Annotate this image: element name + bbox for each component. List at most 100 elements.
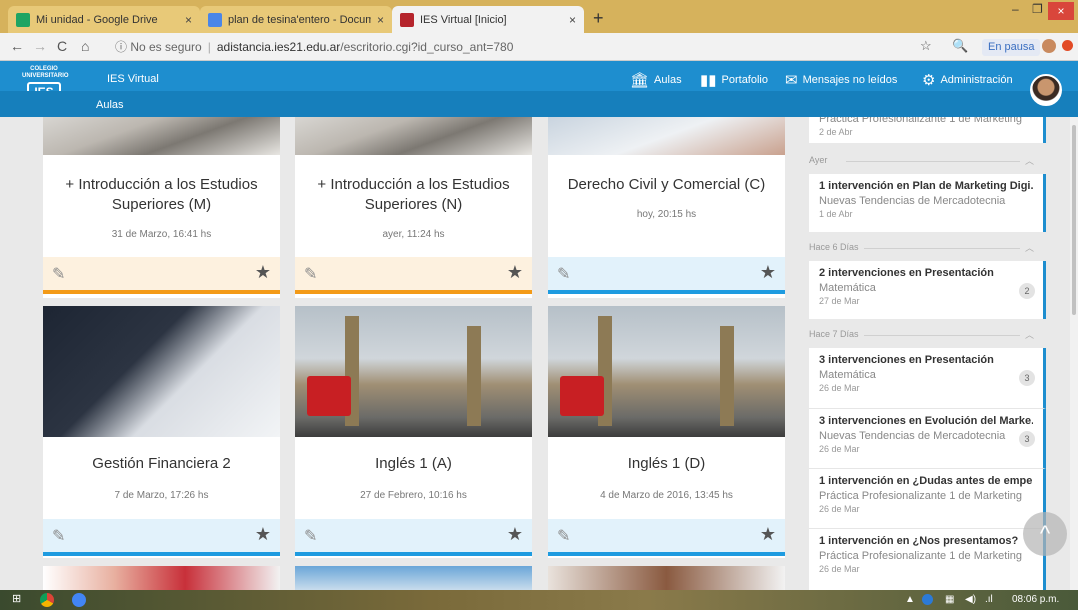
course-card[interactable]: Derecho Civil y Comercial (C) hoy, 20:15… [548,117,785,298]
url-host: adistancia.ies21.edu.ar [216,40,341,54]
avatar[interactable] [1030,74,1062,106]
chrome-taskbar-icon[interactable] [40,593,54,607]
bookmark-star-icon[interactable]: ☆ [920,38,932,54]
activity-date: 2 de Abr [819,127,853,137]
minimize-button[interactable]: – [1012,2,1019,16]
course-card[interactable] [548,566,785,590]
star-icon[interactable]: ★ [760,524,776,545]
network-icon[interactable]: ▦ [945,594,954,605]
forward-button[interactable]: → [33,38,47,54]
course-card[interactable] [43,566,280,590]
course-title[interactable]: Inglés 1 (D) [556,454,777,474]
security-indicator[interactable]: ⓘ No es seguro [115,40,202,54]
course-card[interactable] [295,566,532,590]
star-icon[interactable]: ★ [507,262,523,283]
card-accent-bar [43,552,280,556]
maximize-button[interactable]: ❐ [1032,2,1043,16]
logo-text-line1: COLEGIO [30,66,58,72]
docs-icon [208,12,222,27]
extension-icon[interactable] [1062,40,1073,51]
tab-title: Mi unidad - Google Drive [36,13,158,26]
course-last-access: 31 de Marzo, 16:41 hs [111,229,212,240]
tab-close-button[interactable]: × [185,13,192,27]
star-icon[interactable]: ★ [760,262,776,283]
scrollbar-thumb[interactable] [1072,125,1076,315]
course-last-access: 27 de Febrero, 10:16 hs [360,490,467,501]
columns-icon: 🏛 [630,72,650,89]
section-title[interactable]: Aulas [96,99,124,111]
tray-app-icon[interactable] [922,594,933,605]
back-button[interactable]: ← [10,38,24,54]
tab-google-drive[interactable]: Mi unidad - Google Drive × [8,6,200,33]
activity-course: Matemática [819,369,876,381]
menu-portafolio[interactable]: ▮▮ Portafolio [700,71,768,89]
tab-plan-tesina[interactable]: plan de tesina'entero - Documen × [200,6,392,33]
activity-heading: 3 intervenciones en Evolución del Marke.… [819,415,1033,427]
course-card[interactable]: Inglés 1 (D) 4 de Marzo de 2016, 13:45 h… [548,306,785,558]
new-tab-button[interactable]: + [593,8,604,29]
star-icon[interactable]: ★ [255,524,271,545]
course-title[interactable]: Derecho Civil y Comercial (C) [556,175,777,195]
tab-ies-virtual[interactable]: IES Virtual [Inicio] × [392,6,584,33]
activity-item[interactable]: 1 intervención en ¿Dudas antes de empe..… [809,468,1046,528]
tab-close-button[interactable]: × [569,13,576,27]
collapse-icon[interactable]: ︿ [1025,241,1034,254]
activity-item[interactable]: 3 intervenciones en Presentación Matemát… [809,348,1046,408]
activity-course: Nuevas Tendencias de Mercadotecnia [819,430,1006,442]
signal-icon[interactable]: .ıl [985,594,993,605]
sync-paused-button[interactable]: En pausa [982,39,1041,56]
card-accent-bar [548,552,785,556]
clock[interactable]: 08:06 p.m. [1012,594,1059,605]
course-title[interactable]: Gestión Financiera 2 [51,454,272,474]
app-header: COLEGIO UNIVERSITARIO IES IES Virtual 🏛 … [0,61,1078,117]
activity-sidebar: Práctica Profesionalizante 1 de Marketin… [806,117,1046,590]
edit-icon[interactable]: ✎ [304,526,317,546]
star-icon[interactable]: ★ [255,262,271,283]
menu-aulas[interactable]: 🏛 Aulas [630,71,682,89]
windows-start-icon[interactable]: ⊞ [12,592,21,608]
group-header: Hace 6 Días ︿ [806,241,1046,255]
divider [864,248,1020,249]
logo-text-line2: UNIVERSITARIO [22,73,69,79]
reload-button[interactable]: C [57,38,67,54]
activity-course: Nuevas Tendencias de Mercadotecnia [819,195,1006,207]
tray-arrow-icon[interactable]: ▲ [905,594,915,605]
profile-icon[interactable] [1042,39,1056,53]
course-card[interactable]: Gestión Financiera 2 7 de Marzo, 17:26 h… [43,306,280,558]
course-card[interactable]: + Introducción a los Estudios Superiores… [43,117,280,298]
activity-heading: 1 intervención en ¿Nos presentamos? [819,535,1019,547]
speaker-icon[interactable]: ◀) [965,594,976,605]
scroll-to-top-button[interactable]: ^ [1023,512,1067,556]
group-label: Hace 7 Días [809,329,859,339]
url-field[interactable]: ⓘ No es seguro | adistancia.ies21.edu.ar/e… [115,37,905,57]
menu-administracion[interactable]: ⚙ Administración [922,71,1013,89]
zoom-icon[interactable]: 🔍 [952,38,968,54]
edit-icon[interactable]: ✎ [557,264,570,284]
home-button[interactable]: ⌂ [81,38,89,54]
tab-close-button[interactable]: × [377,13,384,27]
course-last-access: ayer, 11:24 hs [382,229,445,240]
collapse-icon[interactable]: ︿ [1025,328,1034,341]
group-header: Ayer ︿ [806,154,1046,168]
edit-icon[interactable]: ✎ [304,264,317,284]
activity-item[interactable]: 1 intervención en ¿Nos presentamos? Prác… [809,528,1046,590]
activity-item[interactable]: 2 intervenciones en Presentación Matemát… [809,261,1046,319]
course-title[interactable]: + Introducción a los Estudios Superiores… [51,175,272,215]
browser-tabstrip: Mi unidad - Google Drive × plan de tesin… [0,0,1078,33]
edit-icon[interactable]: ✎ [52,264,65,284]
activity-item[interactable]: Práctica Profesionalizante 1 de Marketin… [809,117,1046,143]
course-card[interactable]: Inglés 1 (A) 27 de Febrero, 10:16 hs ✎ ★ [295,306,532,558]
course-title[interactable]: Inglés 1 (A) [303,454,524,474]
menu-label: Portafolio [721,74,768,86]
menu-mensajes[interactable]: ✉ Mensajes no leídos [785,71,897,89]
window-close-button[interactable]: × [1048,2,1074,20]
star-icon[interactable]: ★ [507,524,523,545]
activity-item[interactable]: 3 intervenciones en Evolución del Marke.… [809,408,1046,468]
activity-item[interactable]: 1 intervención en Plan de Marketing Digi… [809,174,1046,232]
course-title[interactable]: + Introducción a los Estudios Superiores… [303,175,524,215]
course-card[interactable]: + Introducción a los Estudios Superiores… [295,117,532,298]
collapse-icon[interactable]: ︿ [1025,154,1034,167]
edit-icon[interactable]: ✎ [52,526,65,546]
edit-icon[interactable]: ✎ [557,526,570,546]
google-taskbar-icon[interactable] [72,593,86,607]
